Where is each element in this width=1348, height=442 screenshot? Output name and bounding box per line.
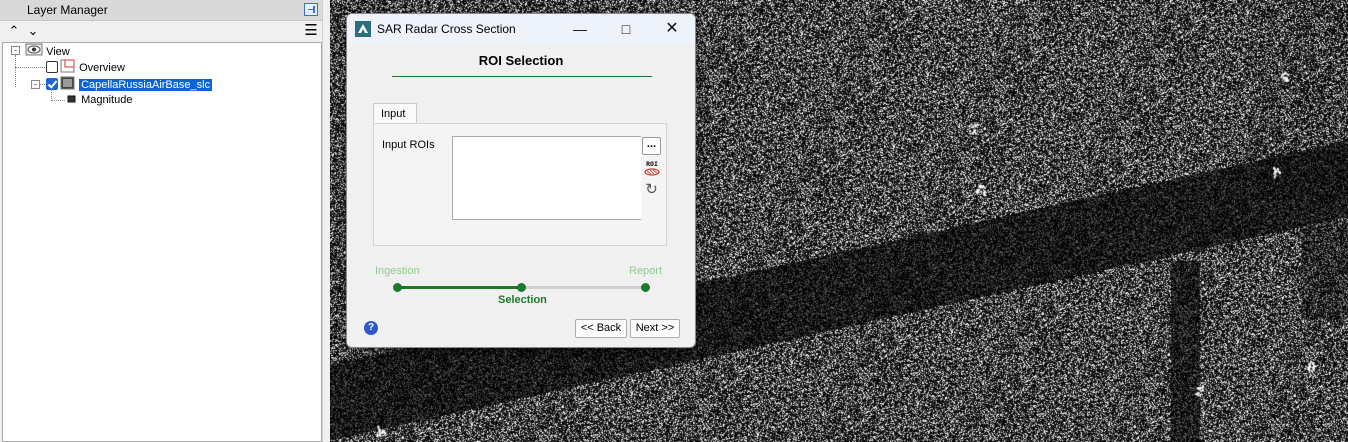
back-button[interactable]: << Back (575, 319, 627, 338)
tree-node-label: Overview (79, 62, 125, 74)
app-icon (355, 21, 371, 37)
dialog-titlebar[interactable]: SAR Radar Cross Section — □ ✕ (347, 14, 695, 44)
step-selection-label: Selection (498, 294, 547, 306)
tree-node-label: View (46, 46, 70, 58)
tree-connector (15, 67, 45, 68)
chevron-down-icon[interactable]: ⌄ (24, 22, 42, 40)
refresh-icon[interactable]: ↻ (644, 182, 659, 197)
layer-manager-toolbar: ⌃ ⌄ ☰ (0, 21, 330, 41)
help-icon[interactable]: ? (364, 321, 378, 335)
tree-connector (15, 55, 16, 87)
browse-button[interactable]: ... (642, 137, 661, 155)
input-rois-label: Input ROIs (382, 139, 435, 151)
layer-manager-title: Layer Manager (27, 3, 108, 17)
minimize-icon[interactable]: — (557, 14, 603, 44)
page-title: ROI Selection (478, 53, 564, 68)
tree-node-magnitude[interactable]: Magnitude (66, 92, 132, 108)
collapse-view-toggle[interactable]: - (11, 46, 20, 55)
collapse-raster-toggle[interactable]: - (31, 80, 40, 89)
layer-manager-panel: Layer Manager ⌃ ⌄ ☰ - View Overview - Ca… (0, 0, 330, 442)
roi-icon-text: ROI (646, 160, 658, 168)
step-selection-dot (517, 283, 526, 292)
roi-icon[interactable]: ROI (643, 159, 661, 177)
step-ingestion-label: Ingestion (375, 265, 420, 277)
tree-node-label: Magnitude (81, 94, 133, 106)
tab-input[interactable]: Input (373, 103, 417, 124)
step-ingestion-dot (393, 283, 402, 292)
layer-manager-titlebar: Layer Manager (0, 0, 322, 21)
panel-splitter[interactable] (322, 0, 330, 442)
raster-icon (60, 76, 75, 90)
next-button[interactable]: Next >> (630, 319, 680, 338)
input-rois-list[interactable] (452, 136, 641, 220)
dock-panel-icon[interactable] (304, 3, 318, 16)
heading-underline (392, 76, 652, 77)
chevron-up-icon[interactable]: ⌃ (5, 22, 23, 40)
menu-icon[interactable]: ☰ (302, 22, 320, 40)
step-report-dot (641, 283, 650, 292)
close-icon[interactable]: ✕ (649, 14, 695, 44)
tree-node-overview[interactable]: Overview (60, 59, 125, 75)
step-report-label: Report (629, 265, 663, 277)
tree-node-label: CapellaRussiaAirBase_slc (79, 79, 213, 91)
raster-checkbox[interactable] (46, 78, 58, 90)
overview-checkbox[interactable] (46, 61, 58, 73)
maximize-icon[interactable]: □ (603, 14, 649, 44)
layer-icon (67, 95, 76, 103)
overview-icon (60, 59, 75, 73)
tree-node-raster[interactable]: CapellaRussiaAirBase_slc (60, 76, 213, 92)
tree-node-view[interactable]: View (25, 43, 70, 59)
wizard-progress-fill (397, 286, 522, 289)
view-eye-icon (25, 43, 43, 56)
tree-connector (51, 100, 65, 101)
sar-rcs-dialog: SAR Radar Cross Section — □ ✕ ROI Select… (346, 13, 696, 348)
dialog-title: SAR Radar Cross Section (377, 22, 516, 36)
layer-tree: - View Overview - CapellaRussiaAirBase_s… (2, 42, 322, 442)
input-tab-panel: Input ROIs ... ROI ↻ (373, 123, 667, 246)
